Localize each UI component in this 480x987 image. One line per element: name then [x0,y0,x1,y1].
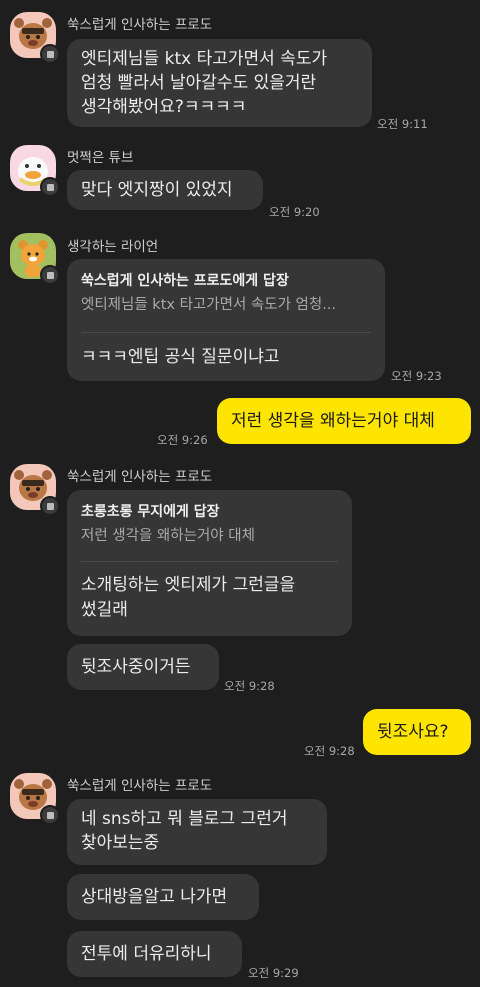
profile-badge-icon [40,496,60,516]
sender-name: 생각하는 라이언 [67,239,159,255]
my-message-bubble[interactable]: 저런 생각을 왜하는거야 대체 [217,398,471,444]
reply-bubble[interactable]: 쑥스럽게 인사하는 프로도에게 답장 엣티제님들 ktx 타고가면서 속도가 엄… [67,259,385,381]
reply-divider [81,561,338,562]
message-bubble[interactable]: 엣티제님들 ktx 타고가면서 속도가 엄청 빨라서 날아갈수도 있을거란 생각… [67,39,372,127]
reply-quote: 저런 생각을 왜하는거야 대체 [81,528,255,544]
message-time: 오전 9:28 [304,744,355,758]
reply-quote: 엣티제님들 ktx 타고가면서 속도가 엄청... [81,297,337,313]
profile-badge-icon [40,44,60,64]
message-bubble[interactable]: 뒷조사중이거든 [67,644,219,690]
sender-name: 쑥스럽게 인사하는 프로도 [67,469,213,485]
message-time: 오전 9:23 [391,369,442,383]
profile-badge-icon [40,805,60,825]
reply-bubble[interactable]: 초롱초롱 무지에게 답장 저런 생각을 왜하는거야 대체 소개팅하는 엣티제가 … [67,490,352,636]
message-time: 오전 9:11 [377,117,428,131]
message-bubble[interactable]: 상대방을알고 나가면 [67,874,259,920]
message-time: 오전 9:26 [157,433,208,447]
sender-name: 멋쩍은 튜브 [67,150,134,166]
reply-title: 초롱초롱 무지에게 답장 [81,504,220,520]
profile-badge-icon [40,177,60,197]
message-bubble[interactable]: 맞다 엣지짱이 있었지 [67,170,263,210]
sender-name: 쑥스럽게 인사하는 프로도 [67,778,213,794]
my-message-bubble[interactable]: 뒷조사요? [363,709,471,755]
message-time: 오전 9:20 [269,205,320,219]
message-bubble[interactable]: 네 sns하고 뭐 블로그 그런거 찾아보는중 [67,799,327,865]
message-time: 오전 9:28 [224,679,275,693]
reply-divider [81,332,371,333]
reply-text: ㅋㅋㅋ엔팁 공식 질문이냐고 [81,347,280,367]
reply-text: 소개팅하는 엣티제가 그런글을 썼길래 [81,575,296,620]
message-time: 오전 9:29 [248,966,299,980]
sender-name: 쑥스럽게 인사하는 프로도 [67,17,213,33]
message-bubble[interactable]: 전투에 더유리하니 [67,931,242,977]
profile-badge-icon [40,265,60,285]
reply-title: 쑥스럽게 인사하는 프로도에게 답장 [81,273,289,289]
